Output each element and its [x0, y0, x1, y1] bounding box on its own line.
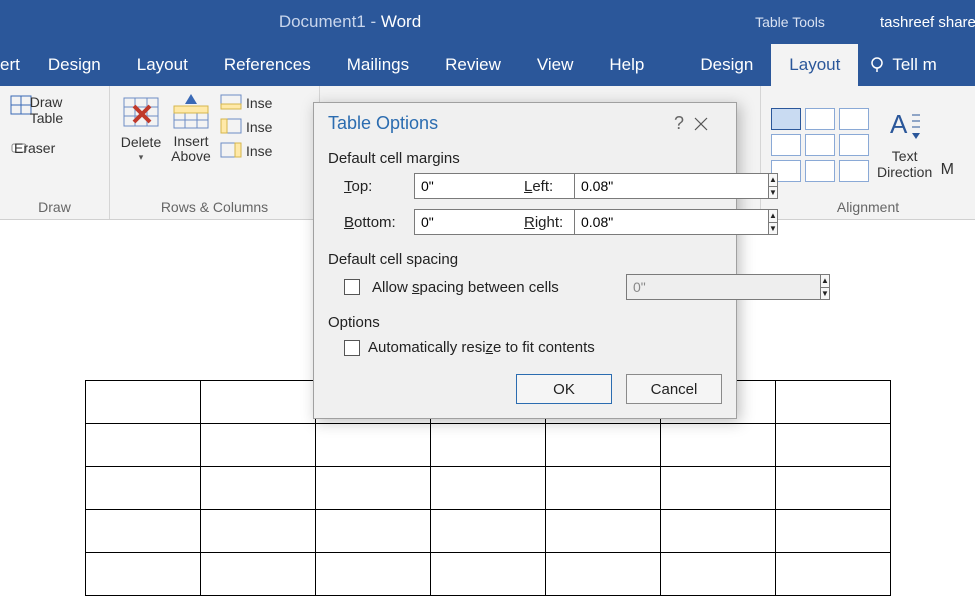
eraser-button[interactable]: Eraser	[10, 138, 99, 158]
group-alignment: A TextDirection M Alignment	[760, 86, 975, 219]
align-top-left[interactable]	[771, 108, 801, 130]
titlebar: Document1 - Word Table Tools tashreef sh…	[0, 0, 975, 44]
checkbox-auto-resize[interactable]	[344, 340, 360, 356]
group-rows-columns-label: Rows & Columns	[120, 197, 309, 217]
spin-right[interactable]: ▲▼	[574, 209, 666, 235]
align-top-right[interactable]	[839, 108, 869, 130]
group-draw-label: Draw	[10, 197, 99, 217]
app-name: Word	[381, 12, 421, 31]
draw-table-button[interactable]: Draw Table	[10, 92, 99, 128]
group-draw: Draw Table Eraser Draw	[0, 86, 110, 219]
svg-text:A: A	[890, 109, 908, 139]
spin-left[interactable]: ▲▼	[574, 173, 666, 199]
delete-icon	[120, 92, 162, 132]
checkbox-allow-spacing[interactable]	[344, 279, 360, 295]
dialog-help-button[interactable]: ?	[664, 113, 694, 134]
dialog-title: Table Options	[328, 113, 664, 134]
label-auto-resize: Automatically resize to fit contents	[368, 339, 595, 356]
align-bot-center[interactable]	[805, 160, 835, 182]
alignment-grid[interactable]	[771, 108, 869, 182]
dialog-titlebar: Table Options ?	[314, 103, 736, 140]
spin-top[interactable]: ▲▼	[414, 173, 506, 199]
tell-me[interactable]: Tell m	[868, 44, 936, 86]
table-tools-label: Table Tools	[700, 14, 880, 30]
close-icon	[694, 117, 708, 131]
dropdown-caret-icon: ▾	[139, 152, 144, 163]
tab-design[interactable]: Design	[30, 44, 119, 86]
tab-view[interactable]: View	[519, 44, 592, 86]
group-rows-columns: Delete ▾ InsertAbove Inse	[110, 86, 320, 219]
input-right[interactable]	[574, 209, 768, 235]
label-top: Top:	[344, 178, 414, 195]
label-right: Right:	[524, 214, 574, 231]
section-margins-title: Default cell margins	[328, 150, 722, 167]
group-alignment-label: Alignment	[771, 197, 965, 217]
spin-down-icon[interactable]: ▼	[769, 187, 777, 199]
delete-button[interactable]: Delete ▾	[120, 92, 162, 163]
spin-down-icon: ▼	[821, 288, 829, 300]
insert-right-icon	[220, 142, 242, 160]
doc-name: Document1	[279, 12, 366, 31]
spin-up-icon: ▲	[821, 275, 829, 288]
ok-button[interactable]: OK	[516, 374, 612, 404]
insert-below-icon	[220, 94, 242, 112]
spin-down-icon[interactable]: ▼	[769, 223, 777, 235]
insert-above-button[interactable]: InsertAbove	[170, 92, 212, 165]
tab-mailings[interactable]: Mailings	[329, 44, 427, 86]
tab-help[interactable]: Help	[591, 44, 662, 86]
cell-margins-partial[interactable]: M	[940, 111, 954, 179]
tab-references[interactable]: References	[206, 44, 329, 86]
table-options-dialog: Table Options ? Default cell margins Top…	[313, 102, 737, 419]
cancel-button[interactable]: Cancel	[626, 374, 722, 404]
align-mid-left[interactable]	[771, 134, 801, 156]
tab-review[interactable]: Review	[427, 44, 519, 86]
spin-up-icon[interactable]: ▲	[769, 174, 777, 187]
ribbon-tabs: ert Design Layout References Mailings Re…	[0, 44, 975, 86]
section-spacing-title: Default cell spacing	[328, 251, 722, 268]
align-bot-right[interactable]	[839, 160, 869, 182]
align-mid-right[interactable]	[839, 134, 869, 156]
insert-left-icon	[220, 118, 242, 136]
dialog-close-button[interactable]	[694, 117, 724, 131]
align-top-center[interactable]	[805, 108, 835, 130]
lightbulb-icon	[868, 56, 886, 74]
input-left[interactable]	[574, 173, 768, 199]
tell-me-label: Tell m	[892, 55, 936, 75]
label-allow-spacing: Allow spacing between cells	[372, 279, 559, 296]
spin-spacing: ▲▼	[626, 274, 718, 300]
section-options-title: Options	[328, 314, 722, 331]
tab-insert-partial[interactable]: ert	[0, 44, 30, 86]
input-spacing	[626, 274, 820, 300]
spin-up-icon[interactable]: ▲	[769, 210, 777, 223]
text-direction-icon: A	[888, 109, 922, 147]
tab-table-layout[interactable]: Layout	[771, 44, 858, 86]
label-left: Left:	[524, 178, 574, 195]
spin-bottom[interactable]: ▲▼	[414, 209, 506, 235]
insert-above-icon	[170, 92, 212, 132]
insert-right-button[interactable]: Inse	[220, 140, 272, 162]
tab-table-design[interactable]: Design	[682, 44, 771, 86]
tab-layout[interactable]: Layout	[119, 44, 206, 86]
window-title: Document1 - Word	[0, 12, 700, 32]
insert-below-button[interactable]: Inse	[220, 92, 272, 114]
align-mid-center[interactable]	[805, 134, 835, 156]
text-direction-button[interactable]: A TextDirection	[877, 109, 932, 180]
user-name: tashreef sharee	[880, 14, 975, 31]
label-bottom: Bottom:	[344, 214, 414, 231]
insert-left-button[interactable]: Inse	[220, 116, 272, 138]
